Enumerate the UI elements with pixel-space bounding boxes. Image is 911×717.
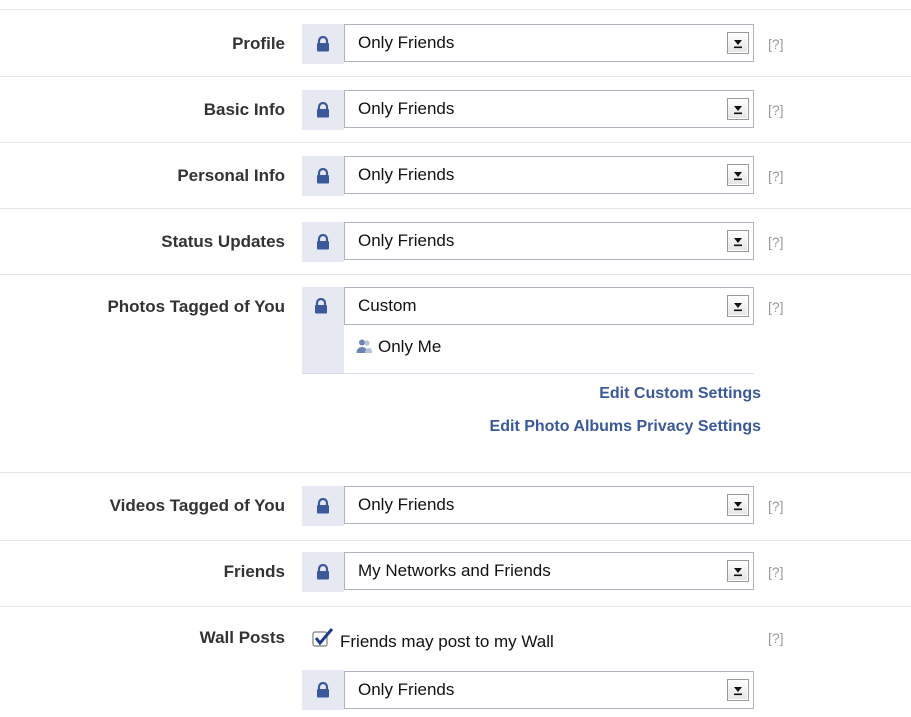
person-icon xyxy=(356,335,372,363)
divider xyxy=(0,472,911,473)
privacy-select-friends[interactable]: My Networks and Friends xyxy=(344,552,754,590)
dropdown-arrow-icon[interactable] xyxy=(727,32,749,54)
dropdown-arrow-icon[interactable] xyxy=(727,295,749,317)
help-link[interactable]: [?] xyxy=(768,552,784,592)
lock-icon xyxy=(302,670,344,710)
select-value: Only Friends xyxy=(358,165,455,184)
lock-icon xyxy=(302,222,344,262)
divider xyxy=(0,9,911,10)
lock-icon xyxy=(302,90,344,130)
privacy-select-photos-tagged[interactable]: Custom xyxy=(344,287,754,325)
lock-icon xyxy=(302,552,344,592)
lock-icon xyxy=(302,156,344,196)
divider xyxy=(0,540,911,541)
dropdown-arrow-icon[interactable] xyxy=(727,494,749,516)
row-label: Wall Posts xyxy=(199,628,285,647)
row-label: Photos Tagged of You xyxy=(107,297,285,316)
checkbox-icon[interactable] xyxy=(312,628,334,653)
lock-icon xyxy=(314,297,328,319)
select-value: My Networks and Friends xyxy=(358,561,551,580)
select-value: Only Friends xyxy=(358,680,455,699)
privacy-select-wall-posts[interactable]: Only Friends xyxy=(344,671,754,709)
privacy-select-basic-info[interactable]: Only Friends xyxy=(344,90,754,128)
privacy-select-personal-info[interactable]: Only Friends xyxy=(344,156,754,194)
select-value: Only Friends xyxy=(358,99,455,118)
dropdown-arrow-icon[interactable] xyxy=(727,679,749,701)
row-label: Status Updates xyxy=(161,232,285,251)
edit-photo-albums-privacy-link[interactable]: Edit Photo Albums Privacy Settings xyxy=(490,418,761,436)
divider xyxy=(0,208,911,209)
dropdown-arrow-icon[interactable] xyxy=(727,230,749,252)
row-label: Friends xyxy=(223,562,285,581)
custom-entry: Only Me xyxy=(356,333,441,361)
wall-checkbox-wrap[interactable]: Friends may post to my Wall xyxy=(312,628,554,658)
row-label: Personal Info xyxy=(177,166,285,185)
lock-icon xyxy=(302,486,344,526)
lock-icon xyxy=(302,24,344,64)
privacy-select-profile[interactable]: Only Friends xyxy=(344,24,754,62)
divider xyxy=(0,76,911,77)
select-value: Custom xyxy=(358,296,417,315)
custom-divider xyxy=(302,373,754,374)
privacy-select-status-updates[interactable]: Only Friends xyxy=(344,222,754,260)
select-value: Only Friends xyxy=(358,231,455,250)
divider xyxy=(0,606,911,607)
dropdown-arrow-icon[interactable] xyxy=(727,98,749,120)
wall-checkbox-label: Friends may post to my Wall xyxy=(340,632,554,651)
dropdown-arrow-icon[interactable] xyxy=(727,560,749,582)
help-link[interactable]: [?] xyxy=(768,287,784,327)
help-link[interactable]: [?] xyxy=(768,24,784,64)
select-value: Only Friends xyxy=(358,33,455,52)
select-value: Only Friends xyxy=(358,495,455,514)
row-label: Videos Tagged of You xyxy=(109,496,285,515)
custom-entry-label: Only Me xyxy=(378,337,442,356)
help-link[interactable]: [?] xyxy=(768,486,784,526)
lock-icon-column xyxy=(302,287,344,373)
help-link[interactable]: [?] xyxy=(768,156,784,196)
help-link[interactable]: [?] xyxy=(768,618,784,658)
help-link[interactable]: [?] xyxy=(768,90,784,130)
dropdown-arrow-icon[interactable] xyxy=(727,164,749,186)
row-label: Profile xyxy=(232,34,285,53)
row-label: Basic Info xyxy=(203,100,285,119)
divider xyxy=(0,274,911,275)
privacy-select-videos-tagged[interactable]: Only Friends xyxy=(344,486,754,524)
edit-custom-settings-link[interactable]: Edit Custom Settings xyxy=(599,385,761,403)
help-link[interactable]: [?] xyxy=(768,222,784,262)
divider xyxy=(0,142,911,143)
